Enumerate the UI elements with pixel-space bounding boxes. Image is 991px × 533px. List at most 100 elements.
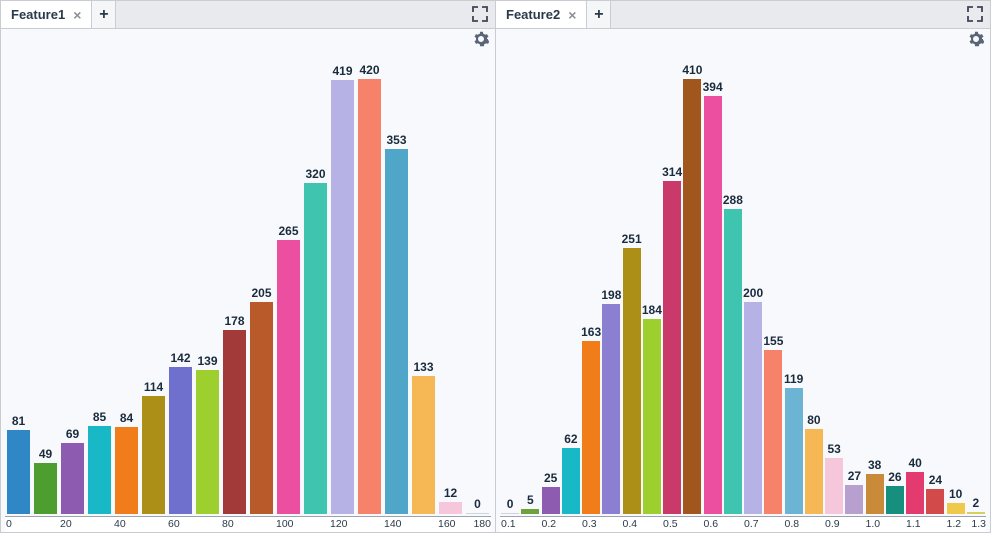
add-tab-button[interactable]: + [92, 1, 116, 28]
bar-rect [683, 79, 701, 514]
x-tick: 140 [383, 517, 410, 532]
bar-rect [88, 426, 112, 514]
expand-icon[interactable] [471, 5, 489, 23]
x-tick [86, 517, 113, 532]
bar: 25 [541, 61, 561, 514]
bar-value-label: 133 [413, 360, 433, 374]
x-tick: 120 [329, 517, 356, 532]
bar: 288 [723, 61, 743, 514]
bar: 85 [86, 61, 113, 514]
bar-rect [704, 96, 722, 514]
x-tick [844, 517, 864, 532]
gear-icon[interactable] [473, 31, 489, 47]
toolbar-row [1, 29, 495, 51]
bar-value-label: 27 [848, 469, 861, 483]
bar-rect [886, 486, 904, 514]
bar-value-label: 24 [929, 473, 942, 487]
close-icon[interactable]: × [71, 8, 83, 22]
bar-rect [61, 443, 85, 514]
bar-rect [196, 370, 220, 514]
bar-rect [805, 429, 823, 514]
bar-rect [623, 248, 641, 514]
bar-rect [385, 149, 409, 515]
bar-value-label: 25 [544, 471, 557, 485]
x-tick: 0.9 [824, 517, 844, 532]
bar-value-label: 10 [949, 487, 962, 501]
bar: 5 [520, 61, 540, 514]
gear-icon[interactable] [968, 31, 984, 47]
x-tick: 1.3 [971, 518, 986, 530]
bar-rect [562, 448, 580, 514]
x-tick [248, 517, 275, 532]
panel-feature2: Feature2 × + 052562163198251184314410394… [496, 0, 991, 533]
bar-value-label: 251 [622, 232, 642, 246]
bar: 12 [437, 61, 464, 514]
x-tick: 100 [275, 517, 302, 532]
tab-feature2[interactable]: Feature2 × [496, 1, 587, 28]
bar: 62 [561, 61, 581, 514]
bar-rect [764, 350, 782, 514]
x-tick: 60 [167, 517, 194, 532]
tabbar: Feature1 × + [1, 1, 495, 29]
bar-value-label: 26 [888, 470, 901, 484]
bar-rect [277, 240, 301, 514]
bar-rect [926, 489, 944, 514]
bar: 10 [946, 61, 966, 514]
x-tick: 160 [437, 517, 464, 532]
bar-value-label: 394 [703, 80, 723, 94]
bar-value-label: 184 [642, 303, 662, 317]
bar: 0 [500, 61, 520, 514]
bar: 142 [167, 61, 194, 514]
add-tab-button[interactable]: + [587, 1, 611, 28]
bar: 320 [302, 61, 329, 514]
x-tick: 1.2 [946, 517, 966, 532]
x-tick: 0.2 [541, 517, 561, 532]
toolbar-row [496, 29, 990, 51]
bars-container: 8149698584114142139178205265320419420353… [5, 61, 491, 514]
bar-value-label: 38 [868, 458, 881, 472]
bar-rect [358, 79, 382, 514]
expand-icon[interactable] [966, 5, 984, 23]
x-tick: 80 [221, 517, 248, 532]
x-tick: 0.5 [662, 517, 682, 532]
bar-value-label: 0 [507, 497, 514, 511]
x-tick: 0.4 [622, 517, 642, 532]
bar-value-label: 288 [723, 193, 743, 207]
bar: 200 [743, 61, 763, 514]
x-axis: 020406080100120140160180 [5, 516, 491, 532]
bar-value-label: 69 [66, 427, 79, 441]
bar: 119 [784, 61, 804, 514]
x-tick [925, 517, 945, 532]
bar: 394 [703, 61, 723, 514]
bar: 353 [383, 61, 410, 514]
x-tick [804, 517, 824, 532]
x-tick: 0.1 [500, 517, 520, 532]
bar: 314 [662, 61, 682, 514]
bar-value-label: 84 [120, 411, 133, 425]
bar-value-label: 49 [39, 447, 52, 461]
bar-rect [906, 472, 924, 514]
bar: 69 [59, 61, 86, 514]
bar-value-label: 53 [827, 442, 840, 456]
bar-rect [501, 513, 519, 514]
bar-rect [223, 330, 247, 514]
x-tick: 0 [5, 517, 32, 532]
bar-value-label: 114 [144, 380, 163, 394]
bar: 205 [248, 61, 275, 514]
tabbar: Feature2 × + [496, 1, 990, 29]
bar: 133 [410, 61, 437, 514]
x-tick [410, 517, 437, 532]
bar: 0 [464, 61, 491, 514]
bar-rect [663, 181, 681, 514]
bar: 49 [32, 61, 59, 514]
bar-rect [142, 396, 166, 514]
x-tick: 40 [113, 517, 140, 532]
bar-rect [412, 376, 436, 514]
bar-value-label: 353 [386, 133, 406, 147]
bar-value-label: 265 [278, 224, 298, 238]
tab-feature1[interactable]: Feature1 × [1, 1, 92, 28]
bar: 410 [682, 61, 702, 514]
bar-value-label: 420 [359, 63, 379, 77]
close-icon[interactable]: × [566, 8, 578, 22]
bar-rect [643, 319, 661, 514]
